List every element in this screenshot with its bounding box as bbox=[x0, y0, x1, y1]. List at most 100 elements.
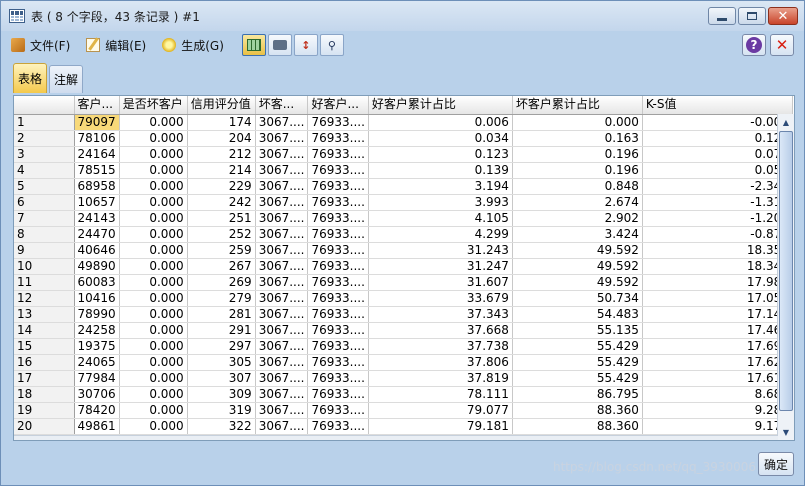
table-cell[interactable]: 269 bbox=[187, 274, 256, 291]
row-number[interactable]: 13 bbox=[14, 306, 75, 323]
table-cell[interactable]: 17.691 bbox=[642, 338, 793, 355]
table-cell[interactable]: 0.000 bbox=[119, 226, 188, 243]
table-cell[interactable]: 0.000 bbox=[119, 290, 188, 307]
table-cell[interactable]: 251 bbox=[187, 210, 256, 227]
table-cell[interactable]: 307 bbox=[187, 370, 256, 387]
table-cell[interactable]: 79.077 bbox=[368, 402, 513, 419]
table-cell[interactable]: 0.163 bbox=[512, 130, 643, 147]
table-cell[interactable]: 0.034 bbox=[368, 130, 513, 147]
table-cell[interactable]: 267 bbox=[187, 258, 256, 275]
table-row[interactable]: 3 24164 0.000 212 3067.... 76933.... 0.123 0.19… bbox=[14, 146, 793, 163]
table-cell[interactable]: -0.006 bbox=[642, 114, 793, 131]
table-cell[interactable]: -1.319 bbox=[642, 194, 793, 211]
table-cell[interactable]: 24258 bbox=[74, 322, 120, 339]
table-cell[interactable]: 37.806 bbox=[368, 354, 513, 371]
table-cell[interactable]: 3067.... bbox=[255, 226, 309, 243]
table-cell[interactable]: 3.993 bbox=[368, 194, 513, 211]
table-cell[interactable]: 76933.... bbox=[307, 242, 369, 259]
table-cell[interactable]: 0.000 bbox=[119, 274, 188, 291]
table-cell[interactable]: 78515 bbox=[74, 162, 120, 179]
column-header[interactable]: 坏客户累计占比 bbox=[512, 96, 643, 115]
table-row[interactable]: 12 10416 0.000 279 3067.... 76933.... 33.679 50… bbox=[14, 290, 793, 307]
table-cell[interactable]: 2.674 bbox=[512, 194, 643, 211]
row-number[interactable]: 6 bbox=[14, 194, 75, 211]
column-header[interactable]: 好客户累计占比 bbox=[368, 96, 513, 115]
table-cell[interactable]: 3067.... bbox=[255, 418, 309, 435]
table-cell[interactable]: 3067.... bbox=[255, 210, 309, 227]
table-cell[interactable]: 60083 bbox=[74, 274, 120, 291]
table-cell[interactable]: 76933.... bbox=[307, 258, 369, 275]
table-cell[interactable]: 4.105 bbox=[368, 210, 513, 227]
table-cell[interactable]: 3067.... bbox=[255, 354, 309, 371]
column-header[interactable]: K-S值 bbox=[642, 96, 793, 115]
table-cell[interactable]: 55.135 bbox=[512, 322, 643, 339]
table-cell[interactable]: 49890 bbox=[74, 258, 120, 275]
table-cell[interactable]: 88.360 bbox=[512, 402, 643, 419]
table-cell[interactable]: 24470 bbox=[74, 226, 120, 243]
table-cell[interactable]: 3.424 bbox=[512, 226, 643, 243]
table-cell[interactable]: 55.429 bbox=[512, 354, 643, 371]
row-number[interactable]: 12 bbox=[14, 290, 75, 307]
table-cell[interactable]: 3.194 bbox=[368, 178, 513, 195]
row-number[interactable]: 20 bbox=[14, 418, 75, 435]
table-cell[interactable]: 9.283 bbox=[642, 402, 793, 419]
table-row[interactable]: 9 40646 0.000 259 3067.... 76933.... 31.243 49.… bbox=[14, 242, 793, 259]
tab-table[interactable]: 表格 bbox=[13, 63, 48, 93]
table-cell[interactable]: 49.592 bbox=[512, 274, 643, 291]
table-cell[interactable]: 76933.... bbox=[307, 130, 369, 147]
table-cell[interactable]: 0.057 bbox=[642, 162, 793, 179]
table-row[interactable]: 2 78106 0.000 204 3067.... 76933.... 0.034 0.16… bbox=[14, 130, 793, 147]
table-cell[interactable]: 3067.... bbox=[255, 130, 309, 147]
table-cell[interactable]: 30706 bbox=[74, 386, 120, 403]
table-cell[interactable]: 37.738 bbox=[368, 338, 513, 355]
table-cell[interactable]: 3067.... bbox=[255, 386, 309, 403]
table-cell[interactable]: 88.360 bbox=[512, 418, 643, 435]
sort-button[interactable]: ↕ bbox=[293, 34, 318, 56]
table-row[interactable]: 10 49890 0.000 267 3067.... 76933.... 31.247 49… bbox=[14, 258, 793, 275]
row-number[interactable]: 3 bbox=[14, 146, 75, 163]
table-row[interactable]: 4 78515 0.000 214 3067.... 76933.... 0.139 0.19… bbox=[14, 162, 793, 179]
row-number[interactable]: 19 bbox=[14, 402, 75, 419]
table-cell[interactable]: 2.902 bbox=[512, 210, 643, 227]
scroll-down-icon[interactable]: ▼ bbox=[778, 424, 794, 440]
row-number[interactable]: 8 bbox=[14, 226, 75, 243]
table-row[interactable]: 11 60083 0.000 269 3067.... 76933.... 31.607 49… bbox=[14, 274, 793, 291]
table-cell[interactable]: 31.607 bbox=[368, 274, 513, 291]
table-cell[interactable]: 76933.... bbox=[307, 338, 369, 355]
table-row[interactable]: 17 77984 0.000 307 3067.... 76933.... 37.819 55… bbox=[14, 370, 793, 387]
table-cell[interactable]: 76933.... bbox=[307, 162, 369, 179]
table-cell[interactable]: 3067.... bbox=[255, 402, 309, 419]
table-cell[interactable]: 77984 bbox=[74, 370, 120, 387]
table-cell[interactable]: 0.000 bbox=[119, 338, 188, 355]
table-row[interactable]: 18 30706 0.000 309 3067.... 76933.... 78.111 86… bbox=[14, 386, 793, 403]
table-cell[interactable]: 24065 bbox=[74, 354, 120, 371]
table-cell[interactable]: 78990 bbox=[74, 306, 120, 323]
table-cell[interactable]: 33.679 bbox=[368, 290, 513, 307]
table-cell[interactable]: 76933.... bbox=[307, 274, 369, 291]
table-cell[interactable]: 8.684 bbox=[642, 386, 793, 403]
table-cell[interactable]: 78106 bbox=[74, 130, 120, 147]
close-window-button[interactable]: ✕ bbox=[768, 7, 798, 25]
table-cell[interactable]: 3067.... bbox=[255, 114, 309, 131]
maximize-button[interactable] bbox=[738, 7, 766, 25]
table-cell[interactable]: 0.196 bbox=[512, 162, 643, 179]
table-cell[interactable]: 0.123 bbox=[368, 146, 513, 163]
table-cell[interactable]: 0.000 bbox=[119, 162, 188, 179]
table-cell[interactable]: 76933.... bbox=[307, 226, 369, 243]
table-cell[interactable]: 279 bbox=[187, 290, 256, 307]
table-cell[interactable]: 0.000 bbox=[119, 402, 188, 419]
column-header[interactable]: 信用评分值 bbox=[187, 96, 256, 115]
table-cell[interactable]: 18.346 bbox=[642, 258, 793, 275]
table-cell[interactable]: 76933.... bbox=[307, 210, 369, 227]
row-number[interactable]: 5 bbox=[14, 178, 75, 195]
table-cell[interactable]: -0.875 bbox=[642, 226, 793, 243]
row-number[interactable]: 4 bbox=[14, 162, 75, 179]
table-cell[interactable]: 78420 bbox=[74, 402, 120, 419]
table-cell[interactable]: 291 bbox=[187, 322, 256, 339]
table-cell[interactable]: 17.986 bbox=[642, 274, 793, 291]
row-number[interactable]: 11 bbox=[14, 274, 75, 291]
table-cell[interactable]: 3067.... bbox=[255, 274, 309, 291]
table-cell[interactable]: 76933.... bbox=[307, 370, 369, 387]
table-cell[interactable]: 3067.... bbox=[255, 290, 309, 307]
table-cell[interactable]: 3067.... bbox=[255, 242, 309, 259]
